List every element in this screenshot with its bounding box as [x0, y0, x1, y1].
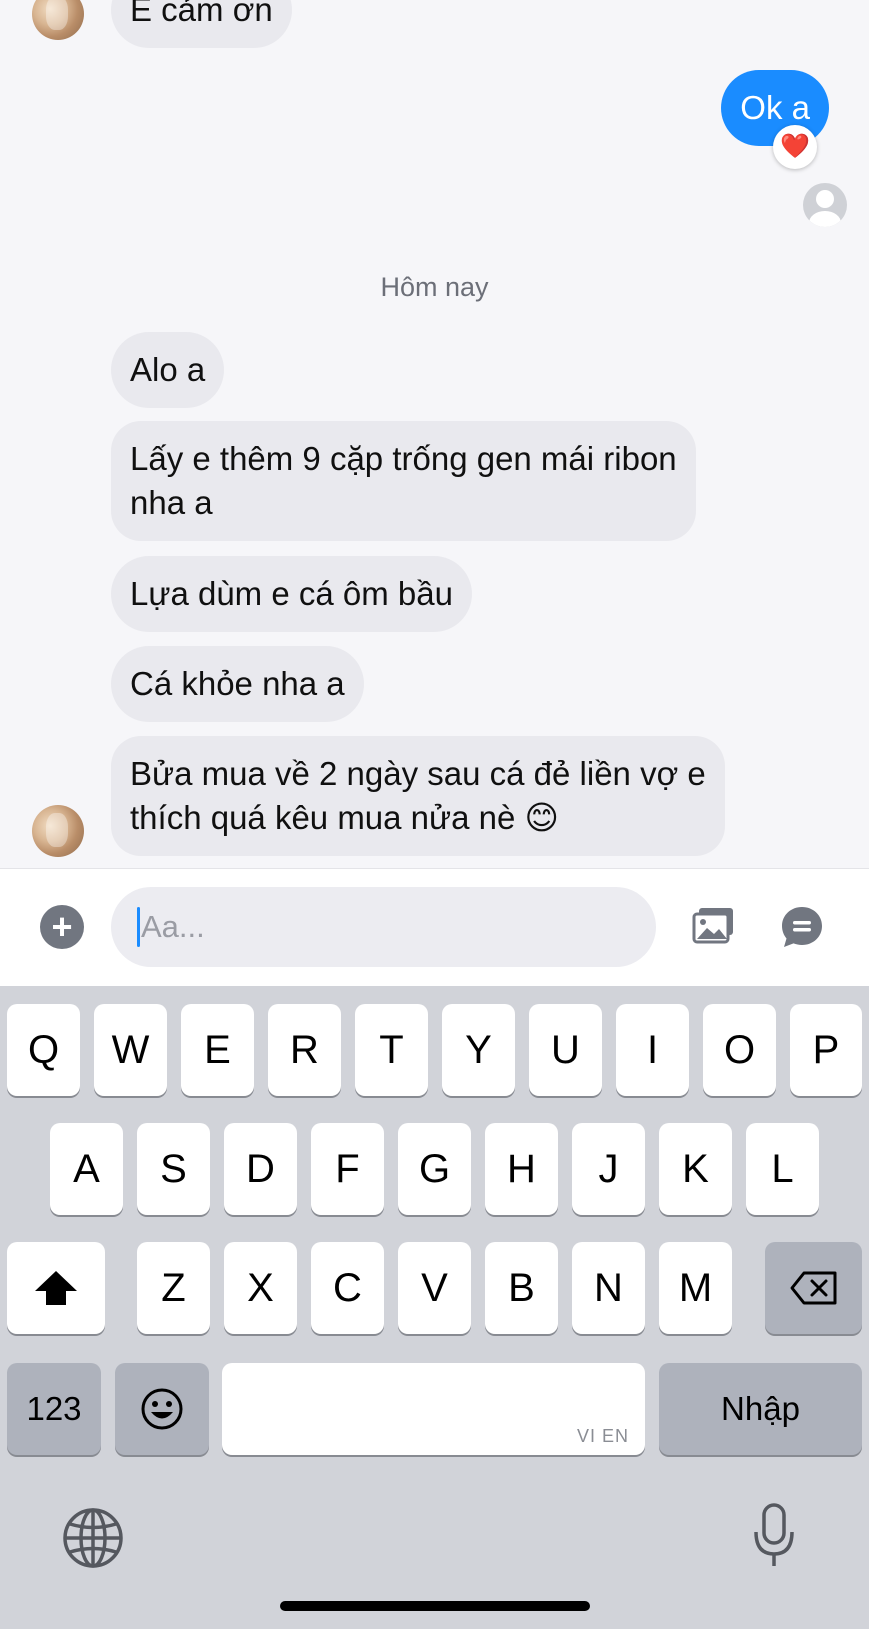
- message-input[interactable]: [141, 907, 621, 947]
- key-e[interactable]: E: [181, 1004, 254, 1096]
- contact-avatar[interactable]: [32, 805, 84, 857]
- key-d[interactable]: D: [224, 1123, 297, 1215]
- microphone-icon[interactable]: [752, 1502, 796, 1570]
- message-text-line: Bửa mua về 2 ngày sau cá đẻ liền vợ e: [130, 755, 706, 792]
- key-s[interactable]: S: [137, 1123, 210, 1215]
- key-b[interactable]: B: [485, 1242, 558, 1334]
- shift-key[interactable]: [7, 1242, 105, 1334]
- space-key[interactable]: VI EN: [222, 1363, 645, 1455]
- key-u[interactable]: U: [529, 1004, 602, 1096]
- message-text: E cảm ơn: [130, 0, 273, 28]
- message-text-line: Lấy e thêm 9 cặp trống gen mái ribon: [130, 440, 677, 477]
- message-bubble[interactable]: Lựa dùm e cá ôm bầu: [111, 556, 472, 632]
- key-h[interactable]: H: [485, 1123, 558, 1215]
- key-w[interactable]: W: [94, 1004, 167, 1096]
- message-text: Alo a: [130, 351, 206, 388]
- message-composer: +: [0, 868, 869, 986]
- message-text-line: nha a: [130, 484, 213, 521]
- message-bubble[interactable]: Lấy e thêm 9 cặp trống gen mái ribon nha…: [111, 421, 696, 541]
- chat-area[interactable]: E cảm ơn Ok a ❤️ Hôm nay Alo a Lấy e thê…: [0, 0, 869, 868]
- key-m[interactable]: M: [659, 1242, 732, 1334]
- message-text-line: thích quá kêu mua nửa nè 😊: [130, 799, 559, 836]
- plus-circle-icon[interactable]: +: [40, 905, 84, 949]
- emoji-key[interactable]: [115, 1363, 209, 1455]
- key-q[interactable]: Q: [7, 1004, 80, 1096]
- key-g[interactable]: G: [398, 1123, 471, 1215]
- message-text: Ok a: [740, 89, 810, 126]
- key-p[interactable]: P: [790, 1004, 862, 1096]
- shift-arrow-icon: [35, 1271, 77, 1305]
- key-j[interactable]: J: [572, 1123, 645, 1215]
- message-text: Lựa dùm e cá ôm bầu: [130, 575, 453, 612]
- key-l[interactable]: L: [746, 1123, 819, 1215]
- backspace-key[interactable]: [765, 1242, 862, 1334]
- avatar-body-shape: [809, 211, 841, 227]
- contact-avatar[interactable]: [32, 0, 84, 40]
- message-bubble[interactable]: Alo a: [111, 332, 225, 408]
- photo-gallery-icon[interactable]: [692, 905, 736, 945]
- numbers-key[interactable]: 123: [7, 1363, 101, 1455]
- heart-reaction-icon[interactable]: ❤️: [773, 125, 817, 169]
- key-z[interactable]: Z: [137, 1242, 210, 1334]
- home-indicator: [280, 1601, 590, 1611]
- message-bubble[interactable]: Bửa mua về 2 ngày sau cá đẻ liền vợ e th…: [111, 736, 725, 856]
- key-v[interactable]: V: [398, 1242, 471, 1334]
- ios-keyboard: Q W E R T Y U I O P A S D F G H J K L Z …: [0, 986, 869, 1629]
- key-a[interactable]: A: [50, 1123, 123, 1215]
- seen-receipt-avatar: [803, 183, 847, 227]
- chat-bubble-icon[interactable]: [780, 905, 824, 949]
- message-text: Cá khỏe nha a: [130, 665, 345, 702]
- message-bubble[interactable]: E cảm ơn: [111, 0, 292, 48]
- key-c[interactable]: C: [311, 1242, 384, 1334]
- key-o[interactable]: O: [703, 1004, 776, 1096]
- key-t[interactable]: T: [355, 1004, 428, 1096]
- language-indicator: VI EN: [576, 1426, 629, 1446]
- key-y[interactable]: Y: [442, 1004, 515, 1096]
- return-key[interactable]: Nhập: [659, 1363, 862, 1455]
- reaction-emoji: ❤️: [780, 133, 810, 160]
- backspace-icon: [790, 1271, 836, 1305]
- emoji-icon: [141, 1388, 183, 1430]
- day-separator: Hôm nay: [380, 272, 489, 302]
- message-bubble[interactable]: Cá khỏe nha a: [111, 646, 364, 722]
- key-x[interactable]: X: [224, 1242, 297, 1334]
- key-f[interactable]: F: [311, 1123, 384, 1215]
- messenger-screen: E cảm ơn Ok a ❤️ Hôm nay Alo a Lấy e thê…: [0, 0, 869, 1629]
- key-i[interactable]: I: [616, 1004, 689, 1096]
- text-caret: [137, 907, 140, 947]
- key-r[interactable]: R: [268, 1004, 341, 1096]
- key-n[interactable]: N: [572, 1242, 645, 1334]
- avatar-head-shape: [816, 190, 834, 208]
- globe-icon[interactable]: [62, 1507, 124, 1569]
- message-input-container[interactable]: [111, 887, 656, 967]
- key-k[interactable]: K: [659, 1123, 732, 1215]
